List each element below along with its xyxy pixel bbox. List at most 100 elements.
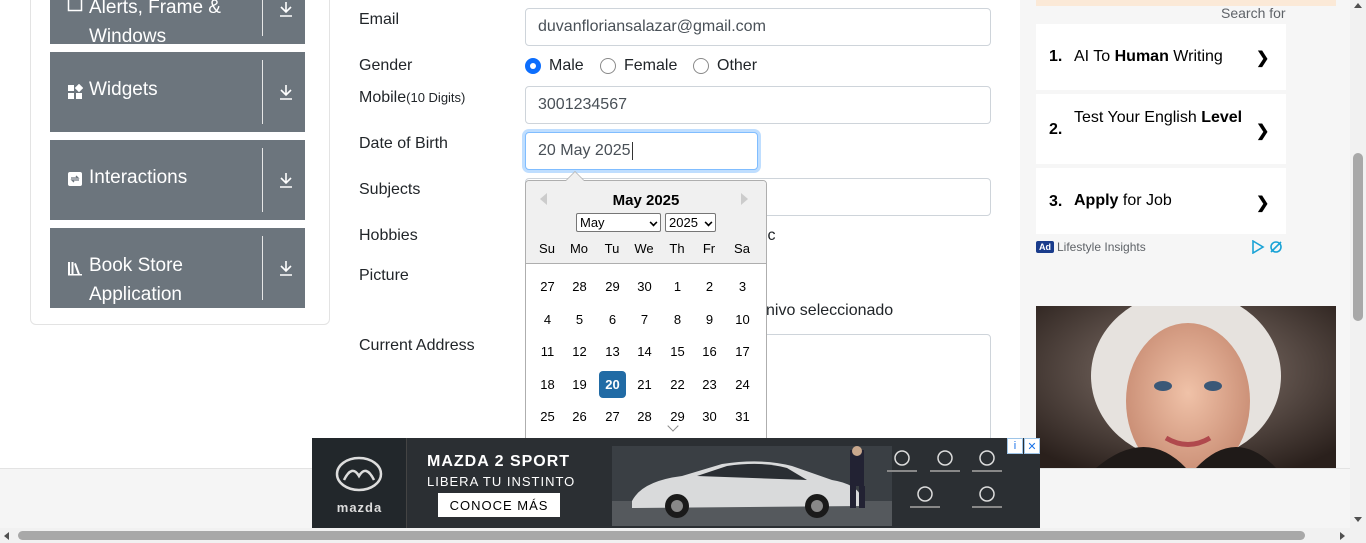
day-cell[interactable]: 18 [534,371,561,398]
horizontal-scroll-thumb[interactable] [18,531,1305,540]
weekday-label: Su [539,241,555,256]
ad-item-number: 3. [1049,193,1063,210]
banner-cta-button[interactable]: CONOCE MÁS [438,493,560,517]
day-cell[interactable]: 10 [729,306,756,333]
scroll-up-arrow-icon[interactable] [1354,3,1362,8]
mazda-logo: mazda [312,438,407,528]
day-cell[interactable]: 4 [534,306,561,333]
day-cell[interactable]: 2 [696,273,723,300]
day-cell[interactable]: 25 [534,403,561,430]
ad-item-number: 2. [1049,121,1063,138]
close-icon[interactable]: ✕ [1024,438,1040,454]
month-select-value: May [580,215,605,230]
radio-label: Female [624,57,678,74]
widgets-icon [67,84,83,100]
nav-card-interactions[interactable]: Interactions [50,140,305,220]
day-cell[interactable]: 27 [534,273,561,300]
weekday-label: Fr [702,241,716,256]
radio-unchecked[interactable] [693,58,709,74]
day-cell[interactable]: 5 [566,306,593,333]
ad-search-item[interactable]: 3. Apply for Job ❯ [1036,168,1286,234]
nav-card-bookstore[interactable]: Book Store Application [50,228,305,308]
weekday-label: Sa [734,241,750,256]
day-cell[interactable]: 6 [599,306,626,333]
picture-label: Picture [359,267,409,284]
weekday-label: Mo [569,241,589,256]
day-cell-selected[interactable]: 20 [599,371,626,398]
weekday-label: Th [669,241,685,256]
date-of-birth-input[interactable]: 20 May 2025 [525,132,758,170]
nav-card-widgets[interactable]: Widgets [50,52,305,132]
hobbies-label: Hobbies [359,227,418,244]
day-cell[interactable]: 28 [566,273,593,300]
day-cell[interactable]: 7 [631,306,658,333]
day-cell[interactable]: 31 [729,403,756,430]
day-cell[interactable]: 22 [664,371,691,398]
mazda-wordmark: mazda [336,500,383,515]
nav-card-label: Widgets [89,79,158,100]
day-cell[interactable]: 8 [664,306,691,333]
gender-label: Gender [359,57,413,74]
banner-subheadline: LIBERA TU INSTINTO [427,474,576,489]
day-cell[interactable]: 9 [696,306,723,333]
ad-item-post: Writing [1168,48,1223,65]
day-cell[interactable]: 27 [599,403,626,430]
ad-sponsor[interactable]: Lifestyle Insights [1057,240,1146,254]
ad-item-text: Apply for Job [1074,190,1172,212]
month-select[interactable]: May [576,213,661,232]
day-cell[interactable]: 12 [566,338,593,365]
download-arrow-icon[interactable] [276,170,296,190]
day-cell[interactable]: 28 [631,403,658,430]
gender-radio-female[interactable]: Female [600,57,677,75]
scroll-down-arrow-icon[interactable] [1354,517,1362,522]
weekday-label: We [634,241,654,256]
day-cell[interactable]: 11 [534,338,561,365]
day-cell[interactable]: 24 [729,371,756,398]
day-cell[interactable]: 21 [631,371,658,398]
day-cell[interactable]: 3 [729,273,756,300]
email-field[interactable]: duvanfloriansalazar@gmail.com [525,8,991,46]
ad-search-item[interactable]: 1. AI To Human Writing ❯ [1036,24,1286,90]
ad-badge: Ad [1036,241,1054,253]
radio-checked[interactable] [525,58,541,74]
gender-radio-other[interactable]: Other [693,57,757,75]
page: Alerts, Frame & Windows Widgets Interact… [0,0,1366,543]
nav-card-alerts[interactable]: Alerts, Frame & Windows [50,0,305,47]
day-cell[interactable]: 19 [566,371,593,398]
year-select-value: 2025 [669,215,698,230]
scroll-right-arrow-icon[interactable] [1340,532,1345,540]
nav-divider [262,0,263,36]
day-cell[interactable]: 30 [631,273,658,300]
download-arrow-icon[interactable] [276,258,296,278]
mazda-banner-ad[interactable]: mazda MAZDA 2 SPORT LIBERA TU INSTINTO C… [312,438,1040,528]
scroll-left-arrow-icon[interactable] [4,532,9,540]
book-icon [67,260,83,276]
day-cell[interactable]: 14 [631,338,658,365]
day-cell[interactable]: 13 [599,338,626,365]
adchoices-icon[interactable] [1252,239,1284,259]
ad-search-item[interactable]: 2. Test Your English Level ❯ [1036,94,1286,164]
datepicker-pointer [566,172,584,181]
radio-unchecked[interactable] [600,58,616,74]
ad-info-icon[interactable]: i [1007,438,1023,454]
email-label: Email [359,11,400,28]
gender-radio-male[interactable]: Male [525,57,584,75]
download-arrow-icon[interactable] [276,82,296,102]
day-cell[interactable]: 26 [566,403,593,430]
ad-photo[interactable] [1036,306,1336,468]
day-cell[interactable]: 15 [664,338,691,365]
ad-top-strip [1036,0,1336,6]
feature-icons [887,450,1002,508]
vertical-scroll-thumb[interactable] [1353,153,1363,321]
chevron-right-icon: ❯ [1256,123,1270,140]
day-cell[interactable]: 23 [696,371,723,398]
day-cell[interactable]: 16 [696,338,723,365]
day-cell[interactable]: 30 [696,403,723,430]
year-select[interactable]: 2025 [665,213,716,232]
mobile-field[interactable]: 3001234567 [525,86,991,124]
day-cell[interactable]: 29 [599,273,626,300]
day-cell[interactable]: 17 [729,338,756,365]
subjects-label: Subjects [359,181,421,198]
day-cell[interactable]: 1 [664,273,691,300]
download-arrow-icon[interactable] [276,0,296,19]
